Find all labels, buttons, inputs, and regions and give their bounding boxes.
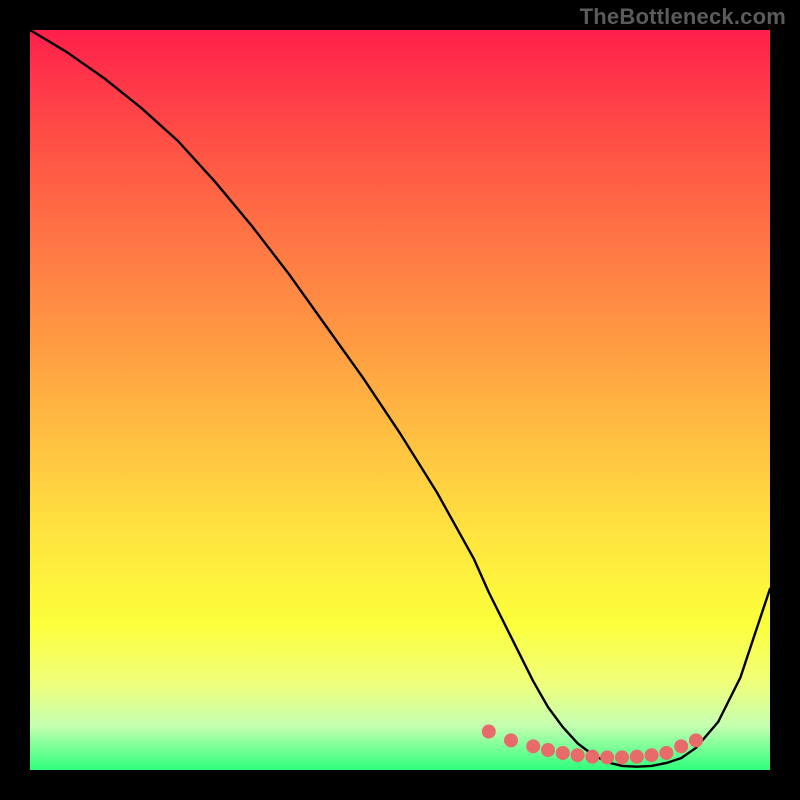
highlight-dot	[556, 746, 570, 760]
highlight-dot	[571, 748, 585, 762]
highlight-dots-group	[482, 725, 703, 765]
curve-path	[30, 30, 770, 767]
highlight-dot	[659, 746, 673, 760]
highlight-dot	[600, 750, 614, 764]
highlight-dot	[630, 750, 644, 764]
chart-frame: TheBottleneck.com	[0, 0, 800, 800]
highlight-dot	[674, 739, 688, 753]
highlight-dot	[645, 748, 659, 762]
chart-svg	[30, 30, 770, 770]
highlight-dot	[482, 725, 496, 739]
highlight-dot	[689, 733, 703, 747]
highlight-dot	[541, 743, 555, 757]
highlight-dot	[504, 733, 518, 747]
highlight-dot	[585, 750, 599, 764]
plot-area	[30, 30, 770, 770]
highlight-dot	[526, 739, 540, 753]
watermark-label: TheBottleneck.com	[580, 4, 786, 30]
highlight-dot	[615, 750, 629, 764]
